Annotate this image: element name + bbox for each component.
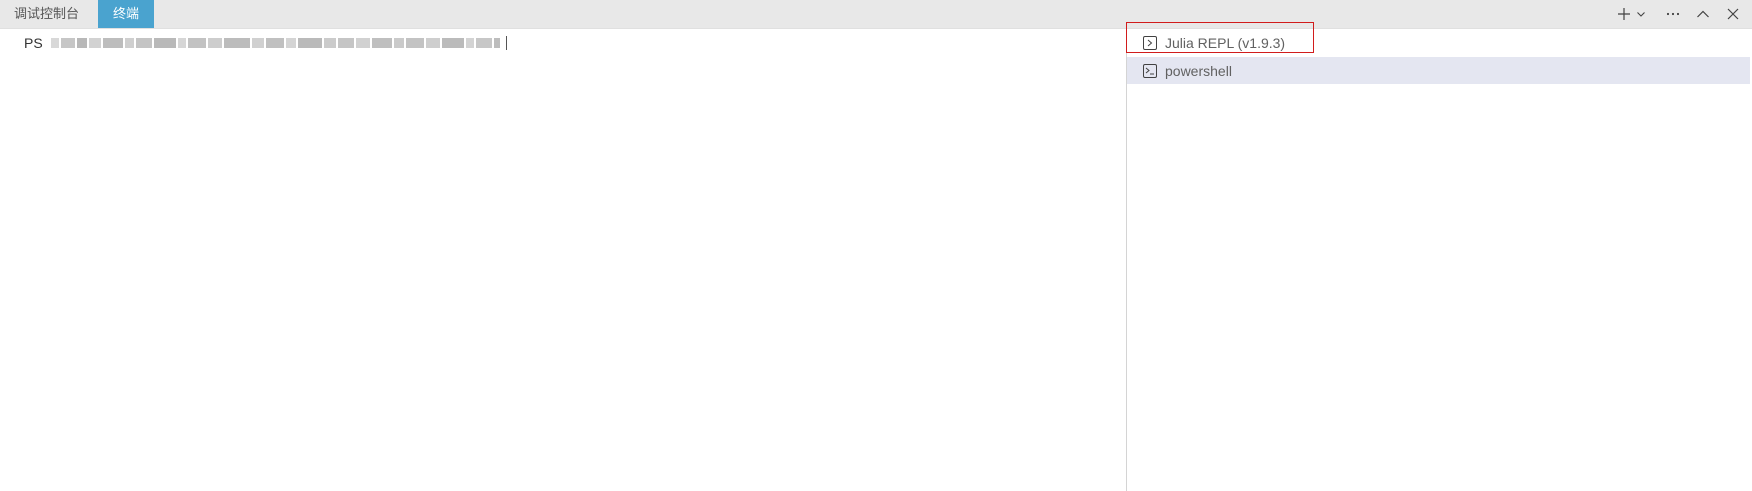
panel-tab-bar: 调试控制台 终端 [0,0,1752,29]
tab-terminal[interactable]: 终端 [98,0,154,28]
terminal-list: Julia REPL (v1.9.3) powershell [1126,29,1751,491]
terminal-cursor [505,36,507,50]
terminal-list-item-powershell[interactable]: powershell [1127,57,1750,84]
ellipsis-icon [1666,12,1680,16]
powershell-icon [1141,62,1159,80]
more-actions-button[interactable] [1660,1,1686,27]
terminal-list-item-label: Julia REPL (v1.9.3) [1165,34,1286,51]
terminal-panel: 调试控制台 终端 PS Julia REPL (v1.9.3) powershe… [0,0,1752,491]
plus-icon [1618,8,1630,20]
terminal-list-item-label: powershell [1165,62,1232,79]
prompt-prefix: PS [24,35,43,51]
panel-actions [1610,0,1752,28]
new-terminal-button[interactable] [1614,1,1634,27]
terminal-icon [1141,34,1159,52]
chevron-up-icon [1697,10,1709,18]
redacted-path [50,37,502,49]
close-panel-button[interactable] [1720,1,1746,27]
terminal-dropdown-button[interactable] [1634,1,1648,27]
terminal-output[interactable]: PS [0,29,1126,491]
prompt-line: PS [24,35,507,51]
terminal-list-item-julia[interactable]: Julia REPL (v1.9.3) [1127,29,1750,56]
maximize-panel-button[interactable] [1690,1,1716,27]
chevron-down-icon [1637,12,1645,17]
tab-debug-console[interactable]: 调试控制台 [2,0,91,28]
close-icon [1727,8,1739,20]
